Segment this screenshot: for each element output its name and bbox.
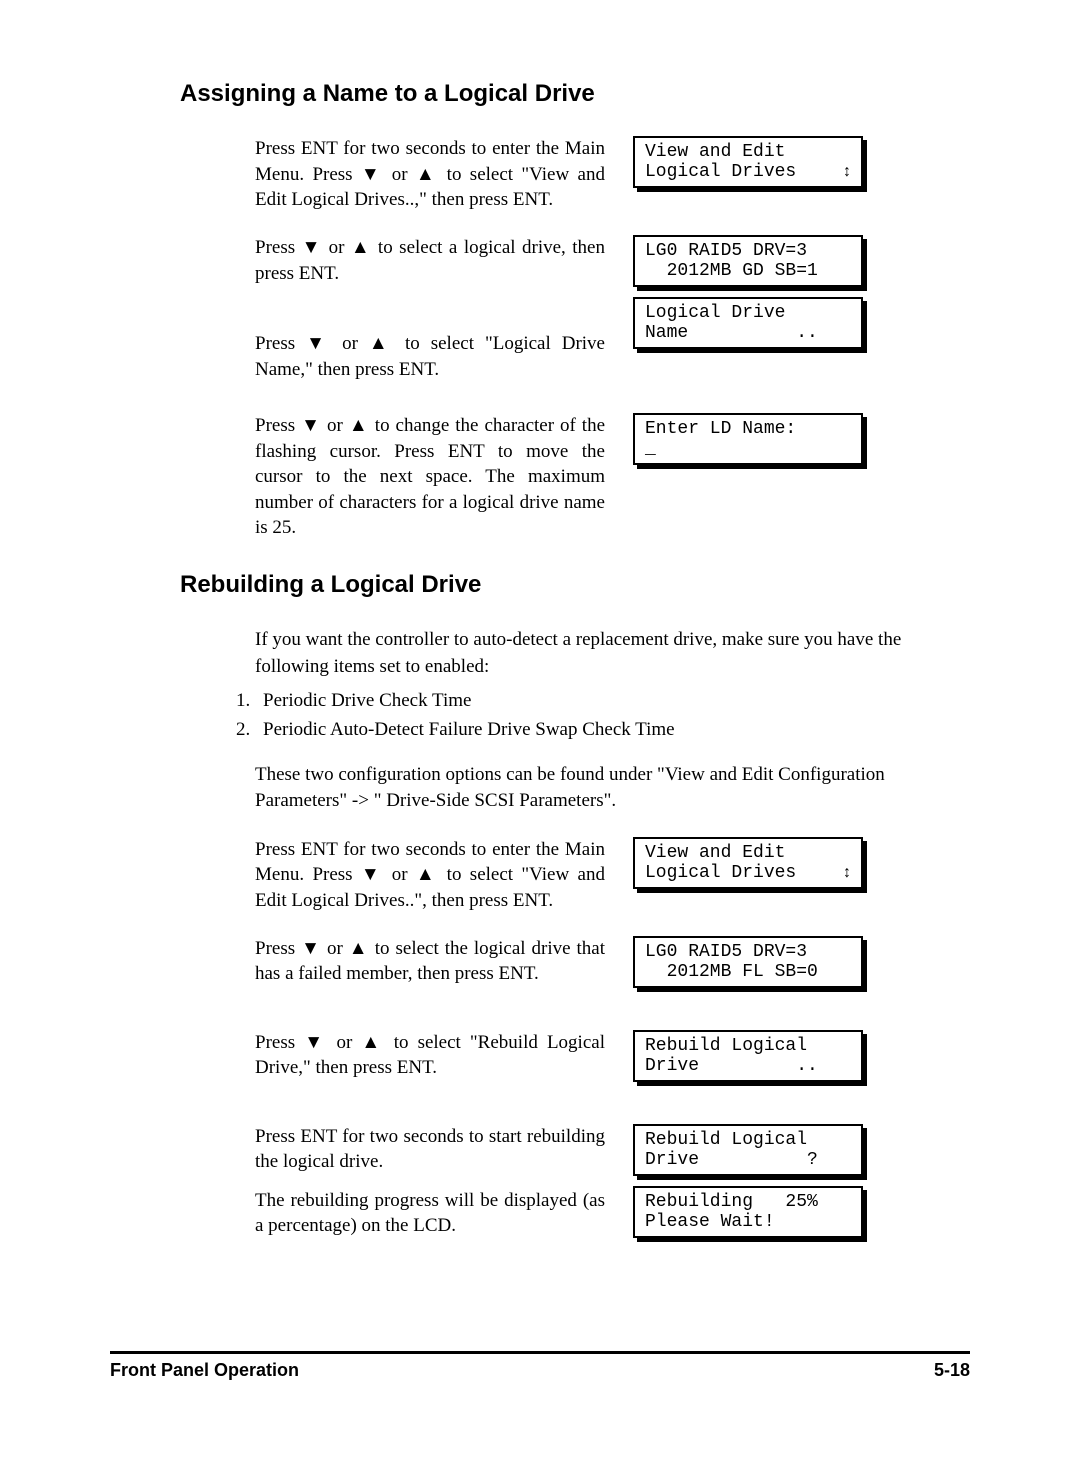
- lcd-text: Logical Drives: [645, 162, 796, 182]
- rebuild-step4: Press ENT for two seconds to start rebui…: [180, 1124, 605, 1175]
- lcd-logical-drive-name: Logical Drive Name ..: [633, 297, 863, 349]
- rebuild-step5: The rebuilding progress will be displaye…: [180, 1188, 605, 1239]
- lcd-line: LG0 RAID5 DRV=3: [645, 942, 851, 962]
- lcd-line: _: [645, 439, 851, 459]
- lcd-line: Drive ?: [645, 1150, 851, 1170]
- lcd-line: 2012MB GD SB=1: [645, 261, 851, 281]
- lcd-line: Logical Drive: [645, 303, 851, 323]
- lcd-line: Enter LD Name:: [645, 419, 851, 439]
- lcd-lg0-status: LG0 RAID5 DRV=3 2012MB GD SB=1: [633, 235, 863, 287]
- lcd-line: View and Edit: [645, 142, 851, 162]
- updown-icon: ↕: [843, 864, 851, 882]
- lcd-line: Logical Drives ↕: [645, 162, 851, 182]
- lcd-rebuilding-progress: Rebuilding 25% Please Wait!: [633, 1186, 863, 1238]
- rebuild-intro2: These two configuration options can be f…: [180, 762, 970, 815]
- heading-rebuilding: Rebuilding a Logical Drive: [180, 571, 970, 599]
- lcd-line: Rebuild Logical: [645, 1036, 851, 1056]
- updown-icon: ↕: [843, 163, 851, 181]
- lcd-view-edit: View and Edit Logical Drives ↕: [633, 136, 863, 188]
- heading-assign-name: Assigning a Name to a Logical Drive: [180, 80, 970, 108]
- lcd-view-edit-2: View and Edit Logical Drives ↕: [633, 837, 863, 889]
- rebuild-step1: Press ENT for two seconds to enter the M…: [180, 837, 605, 914]
- lcd-rebuild-menu: Rebuild Logical Drive ..: [633, 1030, 863, 1082]
- rebuild-step3: Press ▼ or ▲ to select "Rebuild Logical …: [180, 1030, 605, 1081]
- lcd-line: Rebuilding 25%: [645, 1192, 851, 1212]
- lcd-enter-ld-name: Enter LD Name: _: [633, 413, 863, 465]
- step2-text: Press ▼ or ▲ to select a logical drive, …: [180, 235, 605, 286]
- lcd-line: 2012MB FL SB=0: [645, 962, 851, 982]
- lcd-rebuild-confirm: Rebuild Logical Drive ?: [633, 1124, 863, 1176]
- footer-left: Front Panel Operation: [110, 1360, 299, 1381]
- footer-page-number: 5-18: [934, 1360, 970, 1381]
- lcd-text: Logical Drives: [645, 863, 796, 883]
- list-item: Periodic Auto-Detect Failure Drive Swap …: [255, 717, 970, 744]
- list-item: Periodic Drive Check Time: [255, 688, 970, 715]
- step3-text: Press ▼ or ▲ to select "Logical Drive Na…: [180, 331, 605, 382]
- rebuild-prereq-list: Periodic Drive Check Time Periodic Auto-…: [180, 688, 970, 743]
- lcd-lg0-failed: LG0 RAID5 DRV=3 2012MB FL SB=0: [633, 936, 863, 988]
- lcd-line: LG0 RAID5 DRV=3: [645, 241, 851, 261]
- rebuild-step2: Press ▼ or ▲ to select the logical drive…: [180, 936, 605, 987]
- step1-text: Press ENT for two seconds to enter the M…: [180, 136, 605, 213]
- step4-text: Press ▼ or ▲ to change the character of …: [180, 413, 605, 541]
- lcd-line: Drive ..: [645, 1056, 851, 1076]
- lcd-line: Please Wait!: [645, 1212, 851, 1232]
- lcd-line: View and Edit: [645, 843, 851, 863]
- lcd-line: Rebuild Logical: [645, 1130, 851, 1150]
- rebuild-intro: If you want the controller to auto-detec…: [180, 627, 970, 680]
- lcd-line: Logical Drives ↕: [645, 863, 851, 883]
- lcd-line: Name ..: [645, 323, 851, 343]
